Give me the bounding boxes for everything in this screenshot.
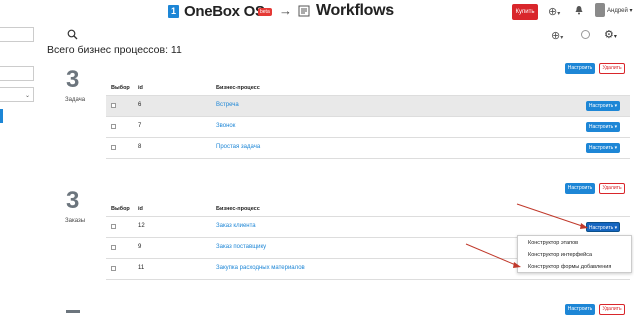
process-link[interactable]: Заказ клиента [216, 223, 256, 229]
section-count: 3 [66, 66, 80, 93]
menu-item-form-constructor[interactable]: Конструктор формы добавления [528, 264, 611, 270]
chevron-down-icon: ▾ [629, 8, 633, 14]
onebox-logo-icon[interactable]: 1 [168, 5, 179, 18]
add-menu-button[interactable]: ⊕▾ [548, 5, 560, 18]
row-id: 9 [138, 244, 142, 250]
row-configure-button[interactable]: Настроить ▾ [586, 122, 620, 132]
process-link[interactable]: Встреча [216, 102, 239, 108]
process-link[interactable]: Заказ поставщику [216, 244, 266, 250]
row-id: 8 [138, 144, 142, 150]
table-row: 8 Простая задача Настроить ▾ [106, 138, 630, 158]
section-label: Заказы [65, 218, 86, 224]
top-bar: 1 OneBox OS beta → Workflows ▾ Купить ⊕▾… [0, 0, 634, 24]
beta-badge: beta [258, 8, 272, 16]
configure-button[interactable]: Настроить [565, 304, 595, 315]
row-checkbox[interactable] [111, 145, 116, 150]
chevron-down-icon: ⌄ [25, 93, 31, 99]
configure-dropdown-menu: Конструктор этапов Конструктор интерфейс… [517, 235, 632, 273]
plus-icon: ⊕ [548, 6, 558, 18]
column-header-process: Бизнес-процесс [216, 206, 260, 212]
divider [106, 158, 630, 159]
row-id: 7 [138, 123, 142, 129]
process-link[interactable]: Закупка расходных материалов [216, 265, 305, 271]
filter-input[interactable] [0, 66, 34, 81]
app-title[interactable]: Workflows [316, 2, 394, 20]
row-checkbox[interactable] [111, 124, 116, 129]
help-icon[interactable] [581, 30, 590, 39]
process-link[interactable]: Простая задача [216, 144, 260, 150]
add-process-button[interactable]: ⊕▾ [551, 29, 563, 42]
row-configure-button[interactable]: Настроить ▾ [586, 222, 620, 232]
chevron-down-icon: ▾ [560, 35, 564, 41]
bell-icon[interactable] [574, 5, 584, 15]
row-id: 11 [138, 265, 145, 271]
row-id: 6 [138, 102, 142, 108]
process-table: Выбор id Бизнес-процесс 6 Встреча Настро… [106, 85, 630, 160]
table-row: 12 Заказ клиента Настроить ▾ [106, 217, 630, 237]
delete-button[interactable]: Удалить [599, 63, 625, 74]
delete-button[interactable]: Удалить [599, 183, 625, 194]
column-header-id: id [138, 85, 143, 91]
buy-button[interactable]: Купить [512, 4, 538, 20]
table-row: 7 Звонок Настроить ▾ [106, 117, 630, 137]
settings-button[interactable]: ⚙▾ [604, 28, 617, 41]
filter-apply-button[interactable] [0, 109, 3, 123]
gear-icon: ⚙ [604, 29, 614, 41]
row-checkbox[interactable] [111, 103, 116, 108]
user-menu[interactable]: Андрей ▾ [607, 7, 633, 14]
configure-button[interactable]: Настроить [565, 63, 595, 74]
menu-item-stage-constructor[interactable]: Конструктор этапов [528, 240, 578, 246]
arrow-right-icon: → [279, 3, 292, 18]
search-icon[interactable] [67, 29, 78, 40]
avatar[interactable] [595, 3, 605, 17]
column-header-id: id [138, 206, 143, 212]
chevron-down-icon[interactable]: ▾ [386, 6, 390, 15]
chevron-down-icon: ▾ [613, 34, 617, 40]
configure-button[interactable]: Настроить [565, 183, 595, 194]
section-count: 3 [66, 187, 80, 214]
column-header-process: Бизнес-процесс [216, 85, 260, 91]
divider [106, 279, 630, 280]
table-row: 6 Встреча Настроить ▾ [106, 96, 630, 116]
delete-button[interactable]: Удалить [599, 304, 625, 315]
plus-icon: ⊕ [551, 30, 561, 42]
column-header-select: Выбор [111, 206, 130, 212]
workflow-icon [298, 5, 310, 17]
page-title: Всего бизнес процессов: 11 [47, 44, 182, 56]
row-checkbox[interactable] [111, 224, 116, 229]
row-checkbox[interactable] [111, 266, 116, 271]
chevron-down-icon: ▾ [557, 11, 561, 17]
brand-name[interactable]: OneBox OS [184, 3, 265, 20]
username: Андрей [607, 8, 628, 14]
search-input[interactable] [0, 27, 34, 42]
row-configure-button[interactable]: Настроить ▾ [586, 143, 620, 153]
menu-item-interface-constructor[interactable]: Конструктор интерфейса [528, 252, 592, 258]
row-id: 12 [138, 223, 145, 229]
column-header-select: Выбор [111, 85, 130, 91]
section-count-partial [66, 310, 80, 313]
process-link[interactable]: Звонок [216, 123, 235, 129]
row-checkbox[interactable] [111, 245, 116, 250]
section-label: Задача [65, 97, 86, 103]
row-configure-button[interactable]: Настроить ▾ [586, 101, 620, 111]
